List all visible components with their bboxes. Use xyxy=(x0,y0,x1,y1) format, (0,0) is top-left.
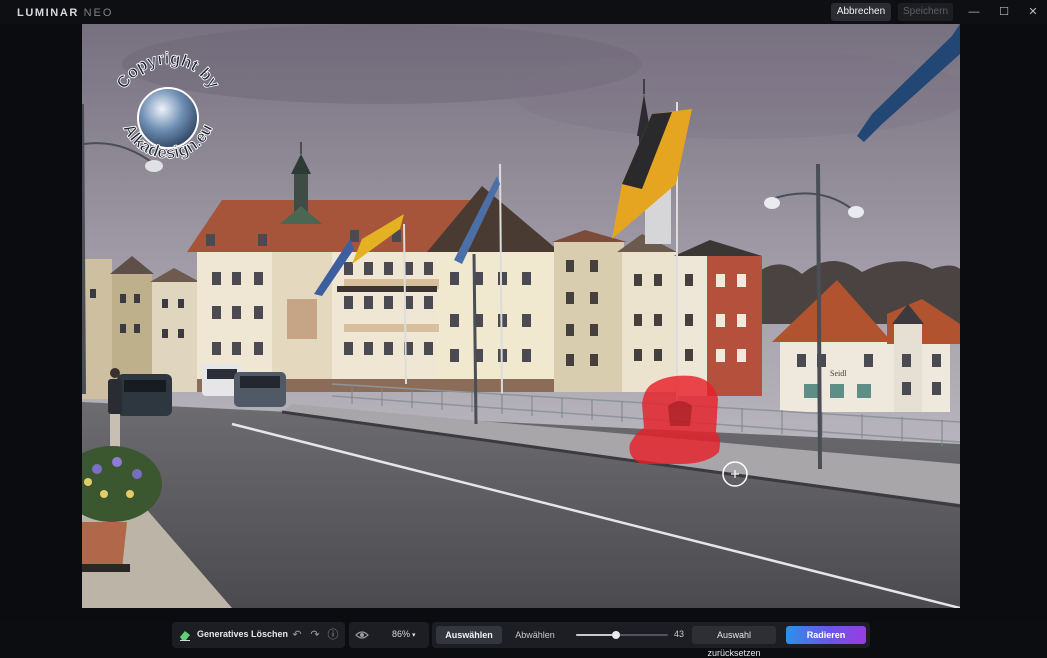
app-logo: LUMINAR NEO xyxy=(17,7,113,19)
logo-sub: NEO xyxy=(83,7,114,19)
maximize-button[interactable]: ☐ xyxy=(990,3,1018,21)
minimize-button[interactable]: — xyxy=(960,3,988,21)
reset-selection-button[interactable]: Auswahl zurücksetzen xyxy=(692,626,776,658)
zoom-value: 86% xyxy=(392,629,411,639)
eraser-icon xyxy=(180,631,190,641)
tool-group: Generatives Löschen ↶ ↷ ⓘ xyxy=(172,622,345,648)
brush-size-slider[interactable] xyxy=(576,631,668,639)
slider-fill xyxy=(576,634,616,636)
title-bar: LUMINAR NEO Abbrechen Speichern — ☐ ✕ xyxy=(0,0,1047,24)
erase-button[interactable]: Radieren xyxy=(786,626,866,644)
photo-image: Seidl Copyright by Alkadesign.eu xyxy=(82,24,960,608)
save-button[interactable]: Speichern xyxy=(898,3,953,21)
chevron-down-icon: ▾ xyxy=(410,632,416,639)
canvas-area: Seidl Copyright by Alkadesign.eu xyxy=(0,24,1047,622)
tool-name: Generatives Löschen xyxy=(197,629,289,639)
select-tab[interactable]: Auswählen xyxy=(436,626,502,644)
close-button[interactable]: ✕ xyxy=(1019,3,1047,21)
cancel-button[interactable]: Abbrechen xyxy=(831,3,891,21)
redo-icon[interactable]: ↷ xyxy=(308,628,322,642)
zoom-dropdown[interactable]: 86% ▾ xyxy=(392,629,415,639)
brush-size-value: 43 xyxy=(674,629,685,639)
deselect-tab[interactable]: Abwählen xyxy=(504,626,566,644)
photo-canvas[interactable]: Seidl Copyright by Alkadesign.eu xyxy=(82,24,960,608)
view-group: 86% ▾ xyxy=(349,622,429,648)
undo-icon[interactable]: ↶ xyxy=(290,628,304,642)
bottom-toolbar: Generatives Löschen ↶ ↷ ⓘ 86% ▾ Auswähle… xyxy=(0,622,1047,658)
mask-group: Auswählen Abwählen 43 Auswahl zurücksetz… xyxy=(432,622,870,658)
eye-icon[interactable] xyxy=(355,628,369,642)
logo-main: LUMINAR xyxy=(17,7,79,19)
shop-sign: Seidl xyxy=(830,369,847,378)
info-icon[interactable]: ⓘ xyxy=(326,628,340,642)
slider-handle[interactable] xyxy=(611,631,620,639)
